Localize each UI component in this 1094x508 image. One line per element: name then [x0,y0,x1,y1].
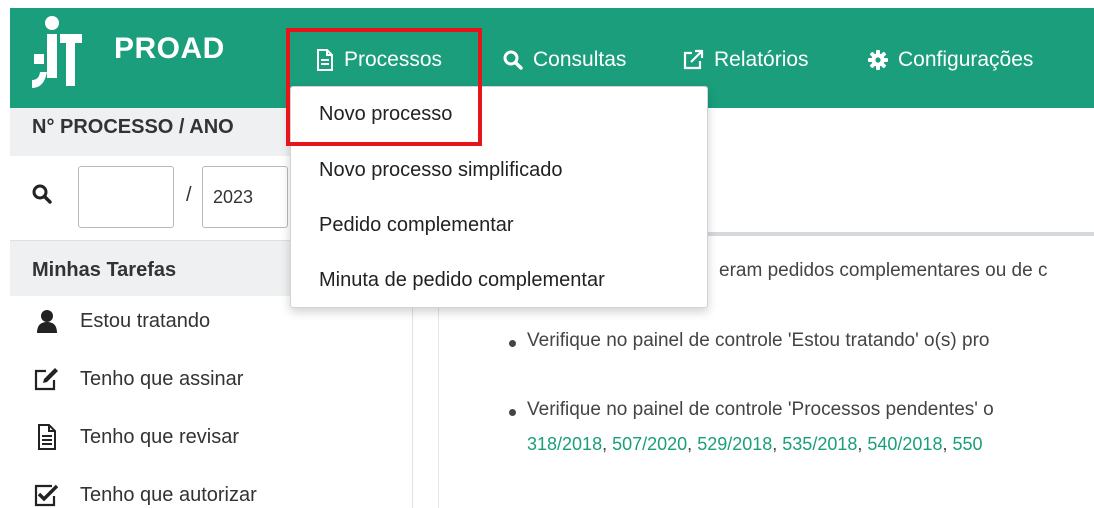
task-label: Tenho que assinar [80,367,244,390]
nav-relatorios[interactable]: Relatórios [682,44,809,76]
document-icon [317,49,333,71]
gear-icon [868,50,888,70]
processos-dropdown-menu: Novo processo Novo processo simplificado… [290,86,708,308]
process-link[interactable]: 318/2018 [527,434,602,454]
menu-item-pedido-complementar[interactable]: Pedido complementar [319,214,514,237]
menu-item-minuta-pedido-complementar[interactable]: Minuta de pedido complementar [319,269,605,292]
task-label: Tenho que revisar [80,425,239,448]
notice-bullet-2: Verifique no painel de controle 'Process… [527,399,994,420]
nav-processos-label: Processos [344,48,443,71]
process-number-input[interactable] [78,166,174,228]
search-icon [503,50,523,70]
file-text-icon [32,424,62,450]
nav-processos[interactable]: Processos [316,44,442,76]
task-tenho-que-assinar[interactable]: Tenho que assinar [32,366,243,392]
process-link[interactable]: 540/2018 [867,434,942,454]
user-icon [32,308,62,334]
process-year-input[interactable] [202,166,288,228]
task-label: Estou tratando [80,309,211,332]
pending-process-links: 318/2018, 507/2020, 529/2018, 535/2018, … [527,434,983,454]
notice-bullet-1: Verifique no painel de controle 'Estou t… [527,330,990,351]
process-link[interactable]: 507/2020 [612,434,687,454]
process-link[interactable]: 535/2018 [782,434,857,454]
task-tenho-que-revisar[interactable]: Tenho que revisar [32,424,239,450]
nav-consultas[interactable]: Consultas [503,44,626,76]
task-tenho-que-autorizar[interactable]: Tenho que autorizar [32,482,257,508]
process-link[interactable]: 529/2018 [697,434,772,454]
nav-configuracoes[interactable]: Configurações [868,44,1033,76]
brand-name[interactable]: PROAD [114,32,225,66]
notice-line-1: eram pedidos complementares ou de c [719,260,1048,281]
bullet-dot [509,340,516,347]
number-year-separator: / [186,184,192,206]
external-link-icon [683,49,704,70]
task-label: Tenho que autorizar [80,483,257,506]
search-icon[interactable] [32,184,52,204]
menu-item-novo-processo[interactable]: Novo processo [319,103,452,126]
nav-consultas-label: Consultas [533,48,627,71]
edit-icon [32,366,62,392]
check-square-icon [32,482,62,508]
nav-configuracoes-label: Configurações [898,48,1034,71]
menu-item-novo-processo-simplificado[interactable]: Novo processo simplificado [319,159,562,182]
bullet-dot [509,409,516,416]
task-estou-tratando[interactable]: Estou tratando [32,308,210,334]
nav-relatorios-label: Relatórios [714,48,809,71]
proad-logo-icon [32,16,82,88]
process-link[interactable]: 550 [952,434,982,454]
